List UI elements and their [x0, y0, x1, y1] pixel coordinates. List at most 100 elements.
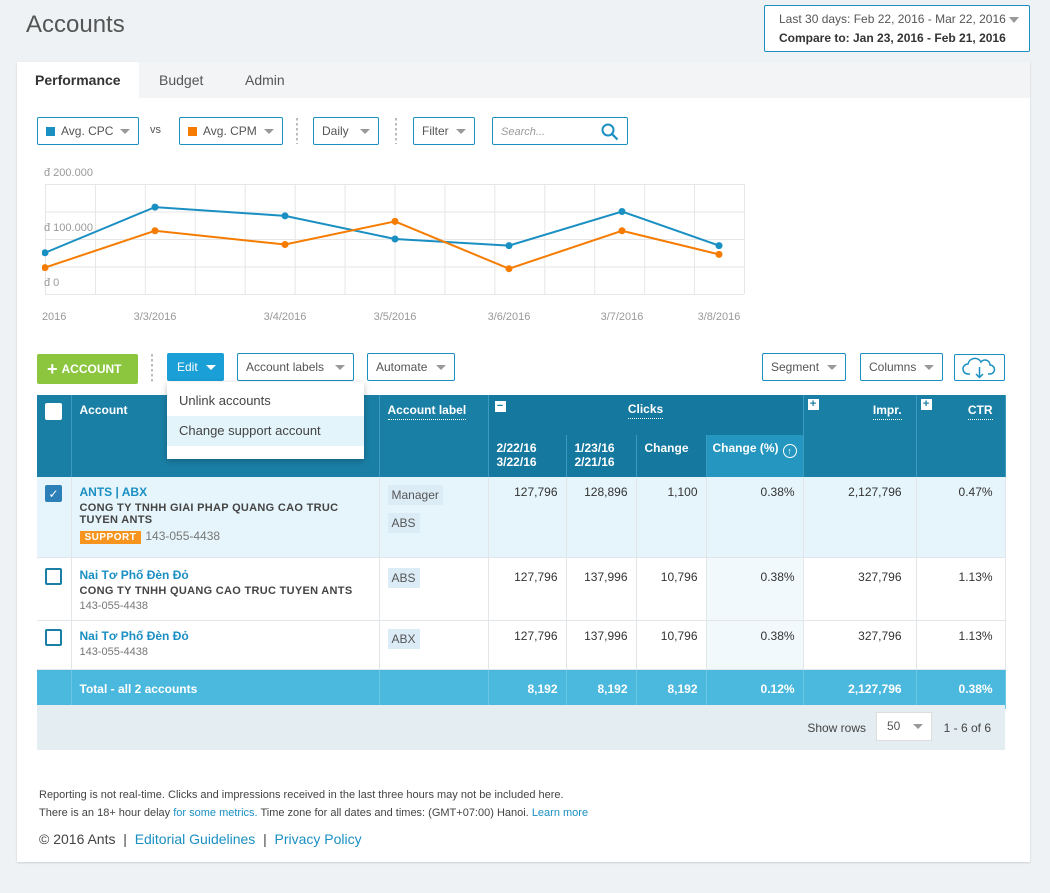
- page-title: Accounts: [26, 11, 125, 38]
- rows-per-page-select[interactable]: 50: [876, 712, 932, 741]
- footer-separator: |: [263, 831, 267, 847]
- col-impr[interactable]: + Impr.: [803, 395, 917, 477]
- col-period2-start: 1/23/16: [574, 441, 615, 455]
- account-phone: 143-055-4438: [145, 529, 221, 543]
- chevron-down-icon: [913, 724, 923, 729]
- col-period2[interactable]: 1/23/16 2/21/16: [566, 435, 637, 477]
- columns-label: Columns: [869, 360, 917, 374]
- x-tick-label: 3/5/2016: [374, 311, 417, 323]
- account-phone-line: SUPPORT 143-055-4438: [79, 529, 371, 544]
- x-tick-label: 3/4/2016: [264, 311, 307, 323]
- note-text: There is an 18+ hour delay: [39, 807, 174, 819]
- data-point: [505, 265, 513, 273]
- x-tick-label: 3/7/2016: [601, 311, 644, 323]
- total-change-pct: 0.12%: [706, 669, 804, 709]
- row-checkbox[interactable]: [45, 567, 62, 585]
- row-count: 1 - 6 of 6: [943, 721, 991, 735]
- account-company: CONG TY TNHH GIAI PHAP QUANG CAO TRUC TU…: [79, 502, 339, 526]
- automate-label: Automate: [376, 360, 428, 374]
- col-ctr-label: CTR: [967, 403, 993, 420]
- tab-budget[interactable]: Budget: [141, 62, 221, 98]
- x-tick-label: 3/6/2016: [488, 311, 531, 323]
- download-button[interactable]: [954, 354, 1005, 381]
- data-point: [505, 242, 513, 250]
- tab-performance[interactable]: Performance: [17, 62, 139, 98]
- col-clicks-label[interactable]: Clicks: [627, 402, 664, 419]
- chevron-down-icon: [827, 365, 837, 370]
- account-name-link[interactable]: Nai Tơ Phố Đèn Đỏ: [80, 629, 371, 643]
- tab-admin[interactable]: Admin: [227, 62, 303, 98]
- col-change-pct[interactable]: Change (%) ↑: [706, 435, 804, 477]
- cell-clicks2: 128,896: [566, 477, 637, 558]
- cell-ctr: 1.13%: [916, 620, 1006, 670]
- row-checkbox[interactable]: ✓: [45, 485, 62, 502]
- metric2-select[interactable]: Avg. CPM: [179, 117, 283, 145]
- edit-button[interactable]: Edit: [167, 353, 224, 381]
- col-change[interactable]: Change: [636, 435, 707, 477]
- account-name-link[interactable]: ANTS | ABX: [80, 485, 371, 499]
- account-label-tag[interactable]: ABX: [387, 628, 420, 649]
- divider: [151, 354, 153, 382]
- table-row[interactable]: Nai Tơ Phố Đèn Đỏ 143-055-4438 ABX 127,7…: [37, 620, 1006, 670]
- editorial-guidelines-link[interactable]: Editorial Guidelines: [135, 831, 256, 847]
- table-row[interactable]: ✓ ANTS | ABX CONG TY TNHH GIAI PHAP QUAN…: [37, 477, 1006, 558]
- data-point: [151, 227, 159, 235]
- add-account-button[interactable]: + ACCOUNT: [37, 354, 138, 384]
- table-row[interactable]: Nai Tơ Phố Đèn Đỏ CONG TY TNHH QUANG CAO…: [37, 557, 1006, 621]
- period-select[interactable]: Daily: [313, 117, 379, 145]
- account-label-tag[interactable]: Manager: [387, 485, 443, 505]
- account-label-tag[interactable]: ABS: [387, 513, 420, 533]
- cell-change-pct: 0.38%: [706, 620, 804, 670]
- data-point: [42, 249, 49, 257]
- row-checkbox[interactable]: [45, 628, 62, 646]
- menu-item-change-support-account[interactable]: Change support account: [167, 416, 364, 446]
- reporting-note-line1: Reporting is not real-time. Clicks and i…: [39, 789, 564, 801]
- col-period1[interactable]: 2/22/16 3/22/16: [488, 435, 567, 477]
- privacy-policy-link[interactable]: Privacy Policy: [275, 831, 362, 847]
- expand-icon[interactable]: +: [920, 399, 932, 410]
- date-range-picker[interactable]: Last 30 days: Feb 22, 2016 - Mar 22, 201…: [764, 5, 1030, 52]
- x-tick-label: 3/8/2016: [698, 311, 741, 323]
- search-placeholder: Search...: [501, 126, 546, 138]
- series-swatch-orange: [188, 127, 197, 136]
- menu-item-unlink-accounts[interactable]: Unlink accounts: [167, 386, 364, 416]
- select-all-checkbox[interactable]: [45, 403, 62, 420]
- data-point: [151, 203, 159, 211]
- filter-button[interactable]: Filter: [413, 117, 475, 145]
- collapse-icon[interactable]: −: [494, 401, 506, 412]
- some-metrics-link[interactable]: for some metrics.: [173, 807, 257, 819]
- metric1-select[interactable]: Avg. CPC: [37, 117, 139, 145]
- vs-label: vs: [150, 124, 161, 136]
- account-label-tag[interactable]: ABS: [387, 567, 420, 588]
- col-account-label-text: Account label: [387, 403, 467, 420]
- expand-icon[interactable]: +: [807, 399, 819, 410]
- main-card: Performance Budget Admin Avg. CPC vs Avg…: [17, 62, 1030, 862]
- learn-more-link[interactable]: Learn more: [532, 807, 588, 819]
- account-phone: 143-055-4438: [79, 645, 149, 658]
- account-name-link[interactable]: Nai Tơ Phố Đèn Đỏ: [80, 568, 371, 582]
- cell-clicks2: 137,996: [566, 557, 637, 621]
- account-company: CONG TY TNHH QUANG CAO TRUC TUYEN ANTS: [79, 584, 353, 597]
- cell-ctr: 1.13%: [916, 557, 1006, 621]
- cell-impr: 327,796: [803, 620, 917, 670]
- series-swatch-blue: [46, 127, 55, 136]
- columns-select[interactable]: Columns: [860, 353, 943, 381]
- account-labels-label: Account labels: [246, 360, 325, 374]
- data-point: [42, 264, 49, 272]
- x-tick-label: 3/4/2016: [42, 311, 66, 323]
- automate-select[interactable]: Automate: [367, 353, 455, 381]
- chevron-down-icon: [335, 365, 345, 370]
- account-labels-select[interactable]: Account labels: [237, 353, 354, 381]
- search-icon[interactable]: [601, 123, 619, 141]
- col-ctr[interactable]: + CTR: [916, 395, 1006, 477]
- data-point: [281, 212, 289, 220]
- col-account-label[interactable]: Account label: [379, 395, 489, 477]
- col-period2-end: 2/21/16: [574, 455, 615, 469]
- copyright: © 2016 Ants: [39, 831, 116, 847]
- search-input[interactable]: Search...: [492, 117, 628, 145]
- segment-select[interactable]: Segment: [762, 353, 846, 381]
- total-ctr: 0.38%: [916, 669, 1006, 709]
- col-period1-end: 3/22/16: [496, 455, 537, 469]
- cell-clicks1: 127,796: [488, 557, 567, 621]
- cell-change: 1,100: [636, 477, 707, 558]
